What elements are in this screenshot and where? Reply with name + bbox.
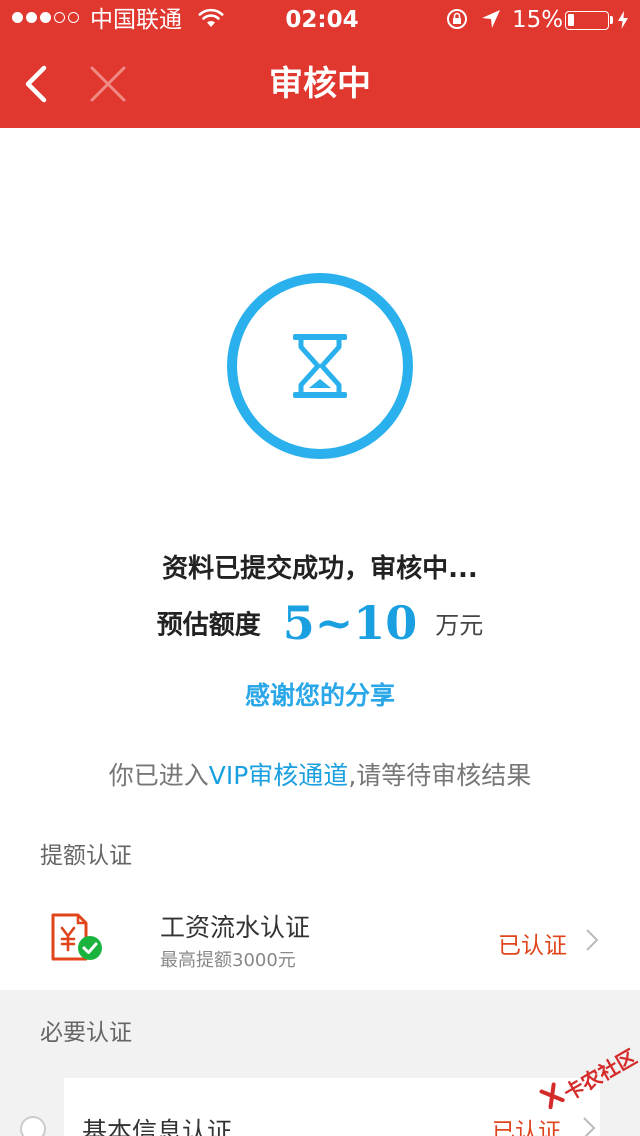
quota-unit: 万元 bbox=[435, 611, 484, 640]
basic-info-status: 已认证 bbox=[492, 1119, 561, 1136]
vip-channel: VIP审核通道 bbox=[208, 761, 349, 790]
hourglass-icon bbox=[227, 273, 413, 459]
close-button[interactable] bbox=[84, 60, 132, 108]
wifi-icon bbox=[198, 8, 224, 27]
charging-icon bbox=[618, 11, 628, 29]
clock: 02:04 bbox=[285, 7, 359, 33]
signal-strength-icon bbox=[12, 12, 79, 23]
share-link[interactable]: 感谢您的分享 bbox=[0, 676, 640, 712]
page-title: 审核中 bbox=[269, 64, 371, 104]
battery-tip bbox=[610, 16, 613, 24]
limit-cert-section-title: 提额认证 bbox=[40, 843, 132, 869]
submitted-message: 资料已提交成功，审核中... bbox=[162, 554, 478, 584]
battery-percent: 15% bbox=[512, 7, 564, 33]
location-arrow-icon bbox=[482, 10, 500, 28]
navigation-bar: 审核中 bbox=[0, 40, 640, 128]
vip-suffix: ,请等待审核结果 bbox=[348, 761, 532, 790]
quota-value: 5~10 bbox=[282, 596, 418, 650]
cert-limit-note: 最高提额3000元 bbox=[160, 950, 296, 971]
watermark-text: 卡农社区 bbox=[559, 1044, 640, 1106]
cert-name: 工资流水认证 bbox=[160, 913, 311, 942]
quota-label: 预估额度 bbox=[156, 610, 261, 641]
vip-prefix: 你已进入 bbox=[108, 761, 209, 790]
salary-document-check-icon bbox=[51, 913, 102, 961]
rotation-lock-icon bbox=[447, 9, 467, 29]
battery-level bbox=[568, 14, 574, 26]
basic-info-name: 基本信息认证 bbox=[82, 1117, 233, 1136]
back-button[interactable] bbox=[14, 58, 58, 110]
chevron-right-icon bbox=[586, 929, 599, 951]
battery-icon bbox=[565, 11, 609, 30]
radio-button[interactable] bbox=[20, 1116, 46, 1136]
status-bar: 中国联通 02:04 15% bbox=[0, 0, 640, 40]
cert-status: 已认证 bbox=[498, 933, 567, 959]
required-cert-section-title: 必要认证 bbox=[40, 1020, 132, 1046]
vip-notice: 你已进入VIP审核通道,请等待审核结果 bbox=[0, 756, 640, 792]
estimated-quota: 预估额度 5~10 万元 bbox=[0, 596, 640, 652]
list-item-salary-cert[interactable]: 工资流水认证 最高提额3000元 已认证 bbox=[0, 890, 640, 990]
carrier-name: 中国联通 bbox=[90, 7, 182, 33]
